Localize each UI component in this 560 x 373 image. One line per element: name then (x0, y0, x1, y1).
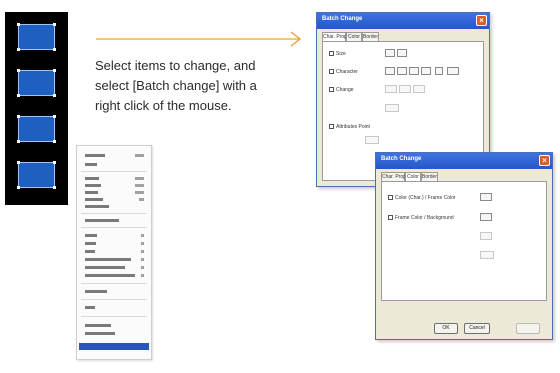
tab-border[interactable]: Border (362, 32, 379, 41)
dialog-title: Batch Change (322, 16, 363, 22)
menu-item[interactable] (81, 219, 147, 222)
change-field[interactable] (399, 85, 411, 93)
size-field[interactable] (397, 49, 407, 57)
menu-item[interactable] (81, 306, 147, 309)
instruction-line: Select items to change, and (95, 58, 256, 73)
menu-item[interactable] (81, 258, 147, 261)
selected-item[interactable] (17, 69, 56, 97)
menu-item[interactable] (81, 250, 147, 253)
menu-item[interactable] (81, 290, 147, 293)
selected-item[interactable] (17, 161, 56, 189)
batch-change-dialog-front: Batch Change × Char. Prop. Color Border … (375, 152, 553, 340)
arrow-right-icon (96, 31, 302, 47)
change-field[interactable] (413, 85, 425, 93)
character-field[interactable] (435, 67, 443, 75)
background-label: Frame Color / Background (395, 215, 454, 221)
menu-item[interactable] (81, 154, 147, 157)
character-checkbox[interactable] (329, 69, 334, 74)
menu-item[interactable] (81, 242, 147, 245)
size-checkbox[interactable] (329, 51, 334, 56)
cancel-button[interactable]: Cancel (464, 323, 490, 334)
change-label: Change (336, 87, 354, 93)
tab-color[interactable]: Color (346, 32, 362, 41)
disabled-field[interactable] (480, 251, 494, 259)
dialog-titlebar: Batch Change × (317, 13, 489, 29)
dialog-titlebar: Batch Change × (376, 153, 552, 169)
character-field[interactable] (447, 67, 459, 75)
dialog-title: Batch Change (381, 156, 422, 162)
attributes-point-checkbox[interactable] (329, 124, 334, 129)
disabled-field[interactable] (480, 232, 492, 240)
frame-color-checkbox[interactable] (388, 195, 393, 200)
color-picker[interactable] (480, 193, 492, 201)
context-menu (76, 145, 152, 360)
background-checkbox[interactable] (388, 215, 393, 220)
menu-item[interactable] (81, 324, 147, 327)
menu-item[interactable] (81, 163, 147, 166)
menu-item[interactable] (81, 177, 147, 180)
character-label: Character (336, 69, 358, 75)
ok-button[interactable]: OK (434, 323, 458, 334)
selected-item[interactable] (17, 23, 56, 51)
frame-color-label: Color (Char.) / Frame Color (395, 195, 456, 201)
instruction-line: select [Batch change] with a (95, 78, 257, 93)
character-field[interactable] (409, 67, 419, 75)
menu-item[interactable] (81, 198, 147, 201)
menu-item-batch-change[interactable] (79, 343, 149, 350)
menu-item[interactable] (81, 205, 147, 208)
menu-item[interactable] (81, 266, 147, 269)
instruction-line: right click of the mouse. (95, 98, 232, 113)
color-picker[interactable] (480, 213, 492, 221)
menu-item[interactable] (81, 332, 147, 335)
close-icon[interactable]: × (539, 155, 550, 166)
menu-item[interactable] (81, 184, 147, 187)
dialog-panel: Color (Char.) / Frame Color Frame Color … (381, 181, 547, 301)
close-icon[interactable]: × (476, 15, 487, 26)
selected-items-strip (5, 12, 68, 205)
selected-item[interactable] (17, 115, 56, 143)
menu-item[interactable] (81, 191, 147, 194)
size-field[interactable] (385, 49, 395, 57)
tab-char-prop[interactable]: Char. Prop. (381, 172, 407, 181)
character-field[interactable] (421, 67, 431, 75)
change-checkbox[interactable] (329, 87, 334, 92)
menu-item[interactable] (81, 274, 147, 277)
disabled-field[interactable] (385, 104, 399, 112)
tab-border[interactable]: Border (421, 172, 438, 181)
size-label: Size (336, 51, 346, 57)
menu-item[interactable] (81, 234, 147, 237)
attributes-point-label: Attributes Point (336, 124, 370, 130)
disabled-field[interactable] (365, 136, 379, 144)
instruction-text: Select items to change, and select [Batc… (95, 56, 305, 116)
character-field[interactable] (397, 67, 407, 75)
character-field[interactable] (385, 67, 395, 75)
apply-button[interactable] (516, 323, 540, 334)
change-field[interactable] (385, 85, 397, 93)
